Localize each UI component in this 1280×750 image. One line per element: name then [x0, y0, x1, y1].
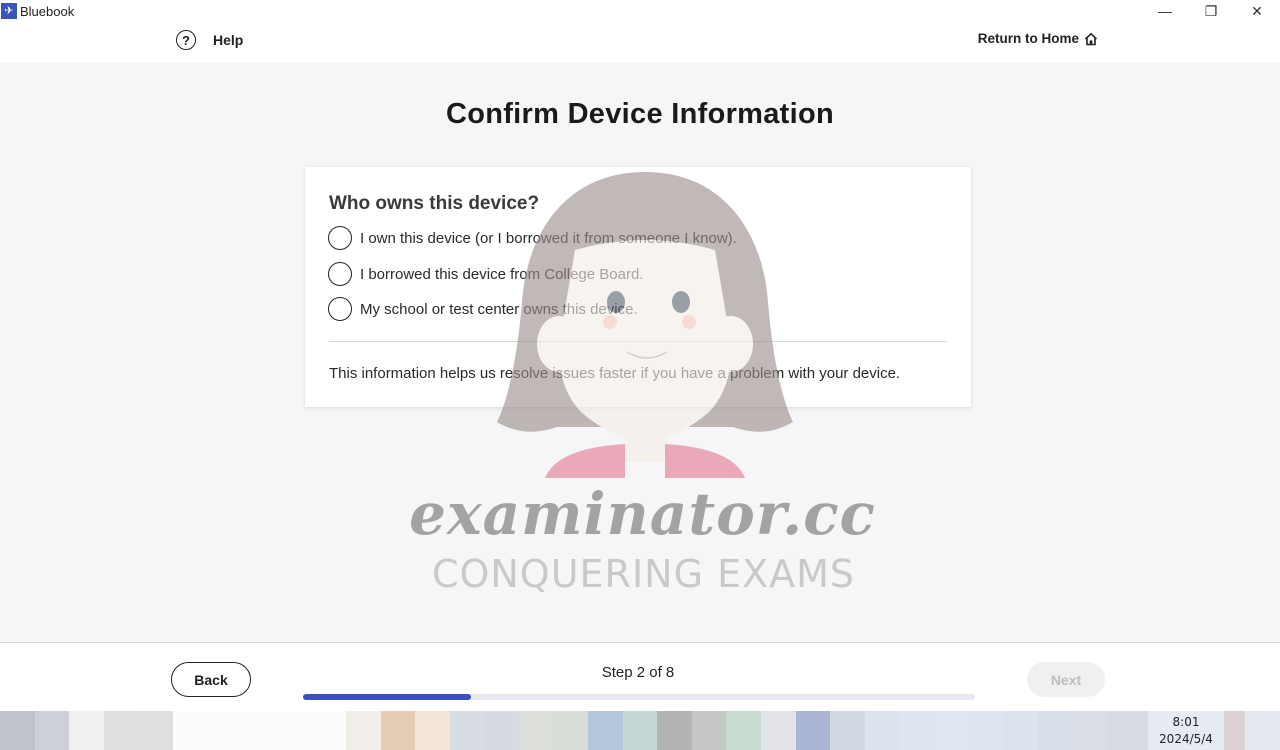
- return-to-home-button[interactable]: Return to Home: [978, 31, 1098, 46]
- os-taskbar: [0, 711, 1280, 750]
- taskbar-app-icon[interactable]: [795, 711, 831, 750]
- taskbar-app-icon[interactable]: [761, 711, 796, 750]
- clock-date: 2024/5/4: [1159, 732, 1213, 746]
- taskbar-app-icon[interactable]: [622, 711, 658, 750]
- taskbar-app-icon[interactable]: [484, 711, 519, 750]
- taskbar-app-icon[interactable]: [103, 711, 139, 750]
- main-content: Confirm Device Information Who owns this…: [0, 62, 1280, 642]
- app-title: Bluebook: [20, 3, 75, 19]
- close-button[interactable]: ✕: [1234, 0, 1280, 22]
- option-borrowed-college-board[interactable]: I borrowed this device from College Boar…: [328, 262, 643, 286]
- help-button[interactable]: ? Help: [176, 30, 243, 50]
- next-button[interactable]: Next: [1027, 662, 1105, 697]
- taskbar-app-icon[interactable]: [1072, 711, 1107, 750]
- taskbar-app-icon[interactable]: [1003, 711, 1038, 750]
- option-school-owns[interactable]: My school or test center owns this devic…: [328, 297, 638, 321]
- progress-bar: [303, 694, 975, 700]
- taskbar-app-icon[interactable]: [1107, 711, 1142, 750]
- window-titlebar: ✈ Bluebook — ❐ ✕: [0, 0, 1280, 22]
- home-icon: [1084, 32, 1098, 45]
- card-divider: [329, 341, 947, 342]
- taskbar-app-icon[interactable]: [311, 711, 346, 750]
- watermark-subtext: CONQUERING EXAMS: [431, 552, 856, 596]
- taskbar-app-icon[interactable]: [415, 711, 450, 750]
- taskbar-app-icon[interactable]: [242, 711, 277, 750]
- taskbar-app-icon[interactable]: [864, 711, 900, 750]
- taskbar-app-icon[interactable]: [553, 711, 589, 750]
- minimize-button[interactable]: —: [1142, 0, 1188, 22]
- footer-nav: Back Step 2 of 8 Next: [0, 642, 1280, 710]
- taskbar-app-icon[interactable]: [899, 711, 935, 750]
- taskbar-app-icon[interactable]: [657, 711, 692, 750]
- option-label: I borrowed this device from College Boar…: [360, 265, 644, 283]
- progress-bar-fill: [303, 694, 471, 700]
- bluebook-logo-icon: ✈: [1, 3, 17, 19]
- ownership-question: Who owns this device?: [329, 193, 540, 214]
- help-icon: ?: [176, 30, 196, 50]
- taskbar-app-icon[interactable]: [1037, 711, 1073, 750]
- taskbar-app-icon[interactable]: [0, 711, 35, 750]
- clock-time: 8:01: [1172, 715, 1200, 729]
- taskbar-app-icon[interactable]: [934, 711, 969, 750]
- watermark-text: examinator.cc: [409, 480, 876, 548]
- taskbar-app-icon[interactable]: [449, 711, 485, 750]
- taskbar-app-icon[interactable]: [588, 711, 623, 750]
- option-own-device[interactable]: I own this device (or I borrowed it from…: [328, 226, 737, 250]
- taskbar-app-icon[interactable]: [380, 711, 416, 750]
- taskbar-app-icon[interactable]: [34, 711, 70, 750]
- restore-button[interactable]: ❐: [1188, 0, 1234, 22]
- taskbar-app-icon[interactable]: [518, 711, 554, 750]
- taskbar-app-icon[interactable]: [172, 711, 208, 750]
- app-header: ? Help Return to Home: [0, 22, 1280, 62]
- taskbar-app-icon[interactable]: [1245, 711, 1280, 750]
- window-controls: — ❐ ✕: [1142, 0, 1280, 22]
- option-label: I own this device (or I borrowed it from…: [360, 229, 737, 247]
- help-label: Help: [213, 32, 244, 48]
- radio-button[interactable]: [328, 297, 352, 321]
- taskbar-app-icon[interactable]: [726, 711, 762, 750]
- device-ownership-card: Who owns this device? I own this device …: [305, 167, 971, 407]
- system-clock: 8:01 2024/5/4: [1148, 711, 1224, 750]
- taskbar-app-icon[interactable]: [830, 711, 865, 750]
- return-to-home-label: Return to Home: [977, 31, 1079, 46]
- taskbar-app-icon[interactable]: [968, 711, 1004, 750]
- taskbar-app-icon[interactable]: [276, 711, 312, 750]
- info-text: This information helps us resolve issues…: [329, 365, 901, 382]
- option-label: My school or test center owns this devic…: [360, 300, 638, 318]
- taskbar-app-icon[interactable]: [138, 711, 173, 750]
- taskbar-app-icon[interactable]: [69, 711, 104, 750]
- taskbar-app-icon[interactable]: [345, 711, 381, 750]
- taskbar-app-icon[interactable]: [207, 711, 243, 750]
- radio-button[interactable]: [328, 262, 352, 286]
- radio-button[interactable]: [328, 226, 352, 250]
- page-title: Confirm Device Information: [445, 98, 835, 130]
- taskbar-app-icon[interactable]: [691, 711, 727, 750]
